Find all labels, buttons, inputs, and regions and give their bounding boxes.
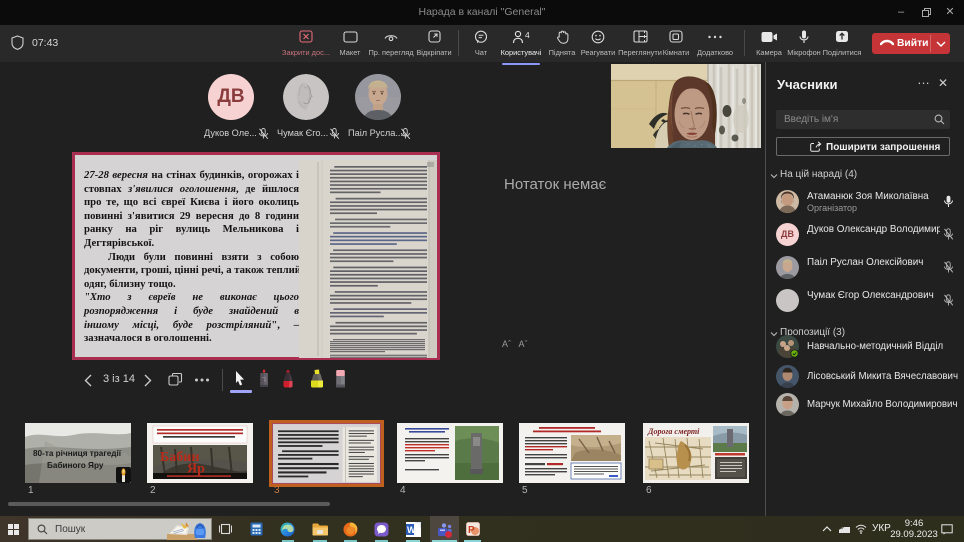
svg-text:Бабиного Яру: Бабиного Яру bbox=[47, 460, 104, 470]
svg-text:W: W bbox=[407, 525, 416, 535]
svg-text:Яр: Яр bbox=[187, 462, 205, 477]
svg-text:Дорога смерті: Дорога смерті bbox=[647, 427, 700, 436]
svg-text:4: 4 bbox=[525, 30, 530, 40]
svg-text:P: P bbox=[468, 525, 475, 536]
svg-text:80-та річниця трагедії: 80-та річниця трагедії bbox=[33, 449, 122, 458]
